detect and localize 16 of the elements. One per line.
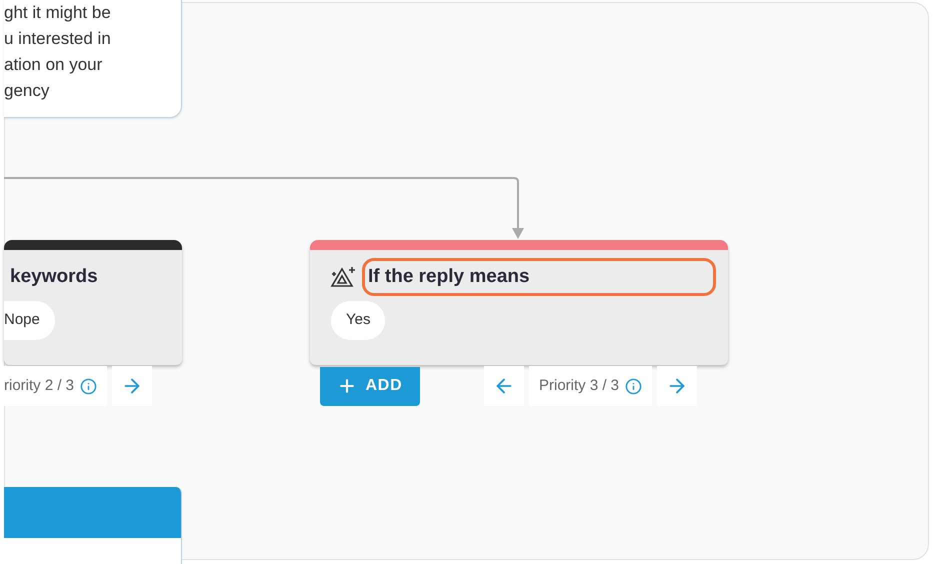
node-title: keywords [9, 264, 99, 289]
option-chip[interactable]: Nope [4, 301, 55, 340]
info-icon[interactable] [625, 378, 642, 394]
message-text-line: u interested in [4, 28, 112, 50]
priority-label: Priority 3 / 3 [529, 366, 652, 406]
message-text-line: ation on your [4, 54, 104, 76]
triangle-sparkle-icon [330, 265, 358, 289]
previous-button[interactable] [484, 366, 524, 406]
node-title: If the reply means [362, 258, 716, 296]
message-text-line: ght it might be [4, 2, 112, 24]
option-chip[interactable]: Yes [331, 301, 386, 340]
next-button[interactable] [112, 366, 152, 406]
next-button[interactable] [657, 366, 698, 406]
message-text-line: gency [4, 80, 50, 102]
info-icon[interactable] [80, 378, 98, 394]
priority-label: riority 2 / 3 [4, 366, 108, 406]
